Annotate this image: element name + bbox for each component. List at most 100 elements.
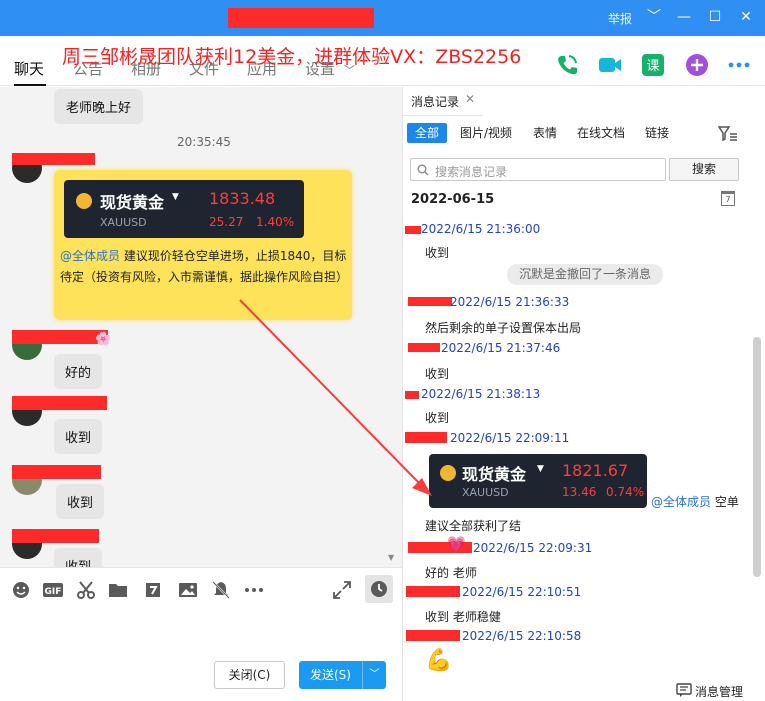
recall-notice: 沉默是金撤回了一条消息 [507,264,664,285]
video-call-icon[interactable] [597,52,623,78]
history-message: 好的 老师 [425,566,477,580]
more-icon[interactable] [726,52,752,78]
heart-emoji-icon: 💗 [447,535,466,553]
message-timestamp: 20:35:45 [177,135,231,149]
send-button[interactable]: 发送(S) [299,661,362,689]
search-button[interactable]: 搜索 [669,158,739,181]
filter-links[interactable]: 链接 [645,123,669,143]
filter-online-docs[interactable]: 在线文档 [577,123,625,143]
history-message: 收到 [425,246,450,260]
quote-price: 1821.67 [562,461,629,480]
redacted-sender-name [408,297,452,306]
quote-name: 现货黄金 [100,193,165,212]
redacted-sender-name [12,330,108,344]
history-timestamp: 2022/6/15 22:09:31 [473,541,593,555]
send-options-chevron-icon[interactable]: ﹀ [362,661,386,689]
quote-change-percent: 1.40% [256,215,295,229]
quote-change: 13.46 [562,485,597,499]
message-bubble: 收到 [54,548,103,567]
redacted-sender-name [12,529,99,543]
maximize-button[interactable]: ☐ [703,6,727,28]
message-bubble: 收到 [54,419,103,454]
report-link[interactable]: 举报 [608,10,632,27]
mention-tail: 空单 [711,495,739,509]
history-timestamp: 2022/6/15 22:10:51 [462,585,582,599]
filter-media[interactable]: 图片/视频 [460,123,512,143]
history-timestamp: 2022/6/15 21:38:13 [421,387,541,401]
svg-text:课: 课 [646,59,659,74]
lesson-icon[interactable]: 课 [640,52,666,78]
history-message: 然后剩余的单子设置保本出局 [425,321,582,335]
add-app-icon[interactable] [684,52,710,78]
message-manage-icon[interactable] [676,683,692,697]
history-timestamp: 2022/6/15 22:09:11 [450,431,570,445]
phone-icon[interactable] [554,52,580,78]
message-input[interactable]: 关闭(C) 发送(S) ﹀ [0,611,402,701]
filter-all[interactable]: 全部 [407,123,448,143]
folder-icon[interactable] [108,580,128,600]
search-placeholder: 搜索消息记录 [435,165,508,179]
active-tab-indicator [14,84,46,86]
flower-emoji-icon: 🌸 [95,332,112,347]
gold-coin-icon [440,465,456,481]
history-timestamp: 2022/6/15 21:36:00 [421,222,541,236]
filter-emoji[interactable]: 表情 [533,123,557,143]
quote-change: 25.27 [209,215,244,229]
quote-name: 现货黄金 [462,465,527,484]
history-toggle-button[interactable] [365,575,393,603]
redacted-sender-name [12,153,95,165]
history-tab-close-icon[interactable]: ✕ [465,92,475,106]
history-message: 建议全部获利了结 [425,519,522,533]
tab-chat[interactable]: 聊天 [14,58,44,79]
history-message: 收到 [425,367,450,381]
minimize-button[interactable]: — [672,6,696,28]
filter-settings-icon[interactable] [718,125,738,143]
close-button[interactable]: 关闭(C) [214,661,285,689]
collapse-button[interactable]: ﹀ [642,6,666,28]
history-message: 收到 [425,411,450,425]
redacted-sender-name [405,432,447,443]
close-window-button[interactable]: ✕ [734,6,758,28]
more-tools-icon[interactable] [244,580,264,600]
quote-symbol: XAUUSD [100,216,147,229]
quote-change-percent: 0.74% [606,485,645,499]
gold-coin-icon [76,193,92,209]
gif-icon[interactable]: GIF [42,580,64,600]
history-scrollbar[interactable] [753,337,761,577]
redacted-sender-name [408,343,440,352]
history-card-mention: @全体成员 空单 [651,493,739,510]
tencent-doc-icon[interactable] [143,580,163,600]
scissors-icon[interactable] [76,580,96,600]
redacted-sender-name [405,391,419,399]
chat-messages[interactable]: 老师晚上好 20:35:45 现货黄金 ▼ XAUUSD 1833.48 25.… [0,87,402,567]
card-message-text: @全体成员 建议现价轻仓空单进场，止损1840，目标待定（投资有风险，入市需谨慎… [60,246,350,288]
expand-icon[interactable] [332,580,352,600]
search-icon [417,164,429,176]
redacted-sender-name [405,226,421,234]
mute-bell-icon[interactable] [211,580,231,600]
title-bar: 举报 ﹀ — ☐ ✕ [0,0,765,36]
flexed-biceps-emoji-icon: 💪 [425,648,453,673]
history-tab-label[interactable]: 消息记录 [411,93,459,110]
mention-all[interactable]: @全体成员 [651,495,711,509]
calendar-icon[interactable]: 7 [721,191,735,206]
scroll-down-arrow-icon[interactable]: ▼ [388,553,394,562]
redacted-group-name [228,8,374,28]
dropdown-caret-icon: ▼ [172,192,179,202]
message-bubble: 好的 [54,354,103,389]
emoji-icon[interactable] [11,580,31,600]
image-icon[interactable] [178,580,198,600]
svg-text:GIF: GIF [45,587,62,597]
history-tab-underline [403,115,483,116]
dropdown-caret-icon: ▼ [537,464,544,474]
redacted-sender-name [12,465,101,479]
mention-all[interactable]: @全体成员 [60,249,120,263]
gold-quote-card[interactable]: 现货黄金 ▼ XAUUSD 1821.67 13.46 0.74% [429,454,647,508]
quote-symbol: XAUUSD [462,486,509,499]
input-toolbar: GIF [0,567,402,611]
clock-icon [371,581,387,597]
message-manage-button[interactable]: 消息管理 [695,683,743,700]
history-search-input[interactable]: 搜索消息记录 [410,158,666,181]
history-date: 2022-06-15 [411,192,495,207]
gold-quote-card[interactable]: 现货黄金 ▼ XAUUSD 1833.48 25.27 1.40% [64,180,304,238]
